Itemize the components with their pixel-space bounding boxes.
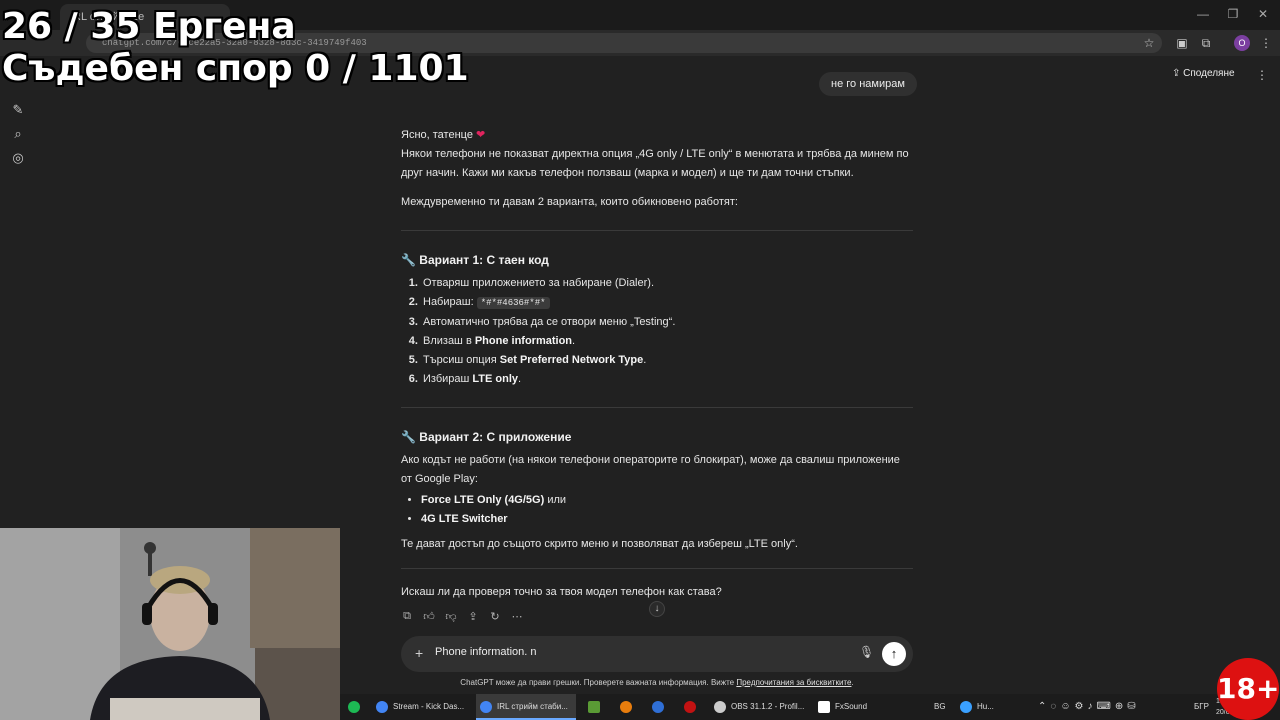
regenerate-icon[interactable]: ↻ (489, 610, 501, 624)
search-icon[interactable]: ⌕ (10, 126, 26, 142)
wrench-icon: 🔧 (401, 430, 416, 444)
copy-icon[interactable]: ⧉ (401, 610, 413, 624)
keyboard-layout[interactable]: БГР (1190, 694, 1214, 720)
extension-icon[interactable]: ▣ (1174, 35, 1190, 51)
record-icon[interactable] (680, 694, 698, 720)
option1-heading: 🔧 Вариант 1: С таен код (401, 253, 549, 267)
share-icon: ⇪ (1172, 68, 1181, 79)
plus-icon[interactable]: + (415, 645, 423, 661)
library-icon[interactable]: ◎ (10, 150, 26, 166)
overlay-line-2: Съдебен спор 0 / 1101 (2, 48, 469, 89)
microphone-icon[interactable]: 🎙︎ (859, 645, 874, 659)
puzzle-icon[interactable]: ⧉ (1198, 35, 1214, 51)
list-item: Force LTE Only (4G/5G) или (421, 491, 913, 510)
assistant-message: Ясно, татенце ❤ Някои телефони не показв… (401, 126, 913, 612)
question: Искаш ли да проверя точно за твоя модел … (401, 586, 722, 598)
list-item: Отваряш приложението за набиране (Dialer… (421, 274, 913, 293)
overlay-line-1: 26 / 35 Ергена (2, 6, 296, 47)
taskbar-item[interactable]: OBS 31.1.2 - Profil... (710, 694, 806, 720)
share-button[interactable]: ⇪ Споделяне (1172, 68, 1235, 79)
list-item: Влизаш в Phone information. (421, 332, 913, 351)
profile-avatar[interactable]: O (1234, 35, 1250, 51)
edit-icon[interactable]: ✎ (10, 102, 26, 118)
thumbs-down-icon[interactable]: 👎︎ (445, 610, 457, 624)
wrench-icon: 🔧 (401, 253, 416, 267)
paragraph: Те дават достъп до същото скрито меню и … (401, 538, 798, 550)
taskbar-item[interactable]: FxSound (814, 694, 884, 720)
taskbar: Stream - Kick Das... IRL стрийм стаби...… (340, 694, 1280, 720)
message-input[interactable] (435, 646, 855, 658)
webcam-image (0, 528, 340, 720)
app-icon[interactable] (648, 694, 666, 720)
divider (401, 568, 913, 569)
system-tray-icons[interactable]: ⌃◌☺⚙♪⌨⊕⛁ (1034, 694, 1184, 720)
heart-icon: ❤ (476, 129, 486, 141)
more-options-icon[interactable]: ⋮ (1256, 68, 1268, 82)
maximize-icon[interactable]: ❐ (1218, 4, 1248, 24)
taskbar-item[interactable]: IRL стрийм стаби... (476, 694, 576, 720)
webcam-feed (0, 528, 340, 720)
star-icon[interactable]: ☆ (1141, 35, 1157, 51)
language-indicator[interactable]: BG (930, 694, 950, 720)
cookie-preferences-link[interactable]: Предпочитания за бисквитките (736, 678, 851, 687)
blender-icon[interactable] (616, 694, 634, 720)
close-icon[interactable]: ✕ (1248, 4, 1278, 24)
taskbar-item[interactable]: Stream - Kick Das... (372, 694, 468, 720)
list-item: 4G LTE Switcher (421, 510, 913, 529)
paragraph: Ако кодът не работи (на някои телефони о… (401, 454, 900, 485)
spotify-icon[interactable] (344, 694, 364, 720)
list-item: Избираш LTE only. (421, 370, 913, 389)
age-rating-badge: 18+ (1217, 658, 1279, 720)
share-icon[interactable]: ⇪ (467, 610, 479, 624)
composer: + 🎙︎ ↑ (401, 636, 913, 672)
paragraph: Междувременно ти давам 2 варианта, които… (401, 196, 738, 208)
taskbar-item[interactable]: Hu... (956, 694, 1012, 720)
greeting: Ясно, татенце ❤ (401, 129, 486, 141)
list-item: Набираш: *#*#4636#*#* (421, 293, 913, 313)
more-icon[interactable]: ⋯ (511, 610, 523, 624)
minecraft-icon[interactable] (584, 694, 602, 720)
steps-list: Отваряш приложението за набиране (Dialer… (401, 274, 913, 389)
user-message: не го намирам (819, 72, 917, 96)
divider (401, 230, 913, 231)
message-actions: ⧉ 👍︎ 👎︎ ⇪ ↻ ⋯ (401, 610, 523, 624)
apps-list: Force LTE Only (4G/5G) или 4G LTE Switch… (401, 491, 913, 529)
send-button[interactable]: ↑ (882, 642, 906, 666)
divider (401, 407, 913, 408)
minimize-icon[interactable]: — (1188, 4, 1218, 24)
scroll-down-icon[interactable]: ↓ (649, 601, 665, 617)
secret-code: *#*#4636#*#* (476, 297, 550, 309)
option2-heading: 🔧 Вариант 2: С приложение (401, 430, 572, 444)
list-item: Търсиш опция Set Preferred Network Type. (421, 351, 913, 370)
list-item: Автоматично трябва да се отвори меню „Te… (421, 313, 913, 332)
share-label: Споделяне (1183, 68, 1235, 79)
menu-icon[interactable]: ⋮ (1258, 35, 1274, 51)
paragraph: Някои телефони не показват директна опци… (401, 148, 909, 179)
thumbs-up-icon[interactable]: 👍︎ (423, 610, 435, 624)
